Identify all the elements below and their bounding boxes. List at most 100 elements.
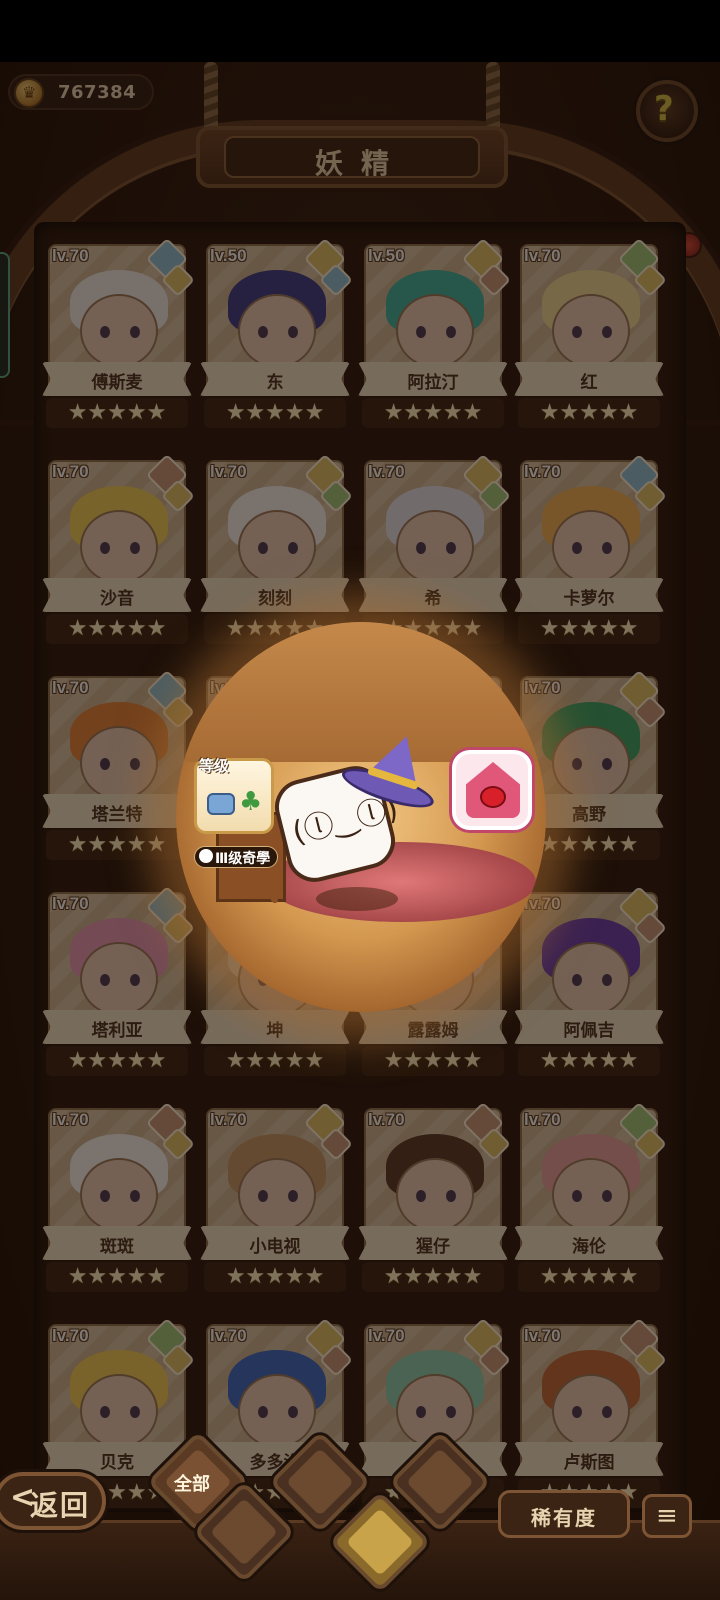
skill-bubble[interactable]: 等级 ♣ <box>194 757 274 834</box>
fairy-name-ribbon: 斑斑 <box>42 1226 192 1260</box>
fairy-card[interactable]: lv.70 沙音 ★★★★★ <box>42 453 195 652</box>
fairy-name: 露露姆 <box>407 1021 459 1041</box>
fairy-eye <box>258 1190 268 1202</box>
fairy-eye <box>288 542 298 554</box>
title-plaque: 妖精 <box>196 126 508 188</box>
title-plaque-inner: 妖精 <box>224 136 480 180</box>
fairy-eye <box>100 974 110 986</box>
fairy-name-ribbon: 阿拉汀 <box>358 362 508 396</box>
fairy-face <box>238 510 316 584</box>
star-icons: ★★★★★ <box>539 1264 639 1289</box>
star-icons: ★★★★★ <box>383 400 483 425</box>
coin-value: 767384 <box>58 82 137 103</box>
fairy-eye <box>572 1406 582 1418</box>
tomato-icon <box>480 786 506 808</box>
star-icons: ★★★★★ <box>383 1048 483 1073</box>
fairy-face <box>80 1158 158 1232</box>
fairy-eye <box>130 1190 140 1202</box>
star-icons: ★★★★★ <box>225 1048 325 1073</box>
fairy-name-ribbon: 沙音 <box>42 578 192 612</box>
fairy-level: lv.70 <box>368 462 405 481</box>
side-tab-left[interactable] <box>0 252 10 378</box>
fairy-name-ribbon: 卡萝尔 <box>514 578 664 612</box>
fairy-eye <box>100 542 110 554</box>
food-bubble[interactable] <box>452 750 532 830</box>
star-icons: ★★★★★ <box>67 1264 167 1289</box>
fairy-name-ribbon: 坤 <box>200 1010 350 1044</box>
coin-counter: 767384 <box>8 74 154 110</box>
fairy-card[interactable]: lv.70 塔利亚 ★★★★★ <box>42 885 195 1084</box>
fairy-face <box>552 294 630 368</box>
fairy-name: 卢斯图 <box>563 1453 615 1473</box>
fairy-card[interactable]: lv.70 小电视 ★★★★★ <box>200 1101 353 1300</box>
star-icons: ★★★★★ <box>539 400 639 425</box>
fairy-card[interactable]: lv.70 塔兰特 ★★★★★ <box>42 669 195 868</box>
fairy-eye <box>602 758 612 770</box>
fairy-name: 坤 <box>266 1021 284 1041</box>
fairy-face <box>552 1158 630 1232</box>
fairy-eye <box>602 1406 612 1418</box>
fairy-eye <box>100 1406 110 1418</box>
fairy-card[interactable]: lv.70 红 ★★★★★ <box>514 237 667 436</box>
fairy-face <box>396 510 474 584</box>
mascot-shadow <box>316 887 398 911</box>
game-screen: 767384 ? 妖精 lv.70傅斯麦★★★★★lv.50东★★★★★lv.5… <box>0 62 720 1600</box>
fairy-face <box>80 942 158 1016</box>
fairy-card[interactable]: lv.70 傅斯麦 ★★★★★ <box>42 237 195 436</box>
star-rating: ★★★★★ <box>362 1262 504 1292</box>
fairy-name-ribbon: 卢斯图 <box>514 1442 664 1476</box>
fairy-name: 卡萝尔 <box>563 589 615 609</box>
fairy-eye <box>258 326 268 338</box>
clover-icon: ♣ <box>239 787 263 817</box>
fairy-face <box>238 294 316 368</box>
fairy-card[interactable]: lv.50 东 ★★★★★ <box>200 237 353 436</box>
star-icons: ★★★★★ <box>67 1048 167 1073</box>
fairy-card[interactable]: lv.70 猩仔 ★★★★★ <box>358 1101 511 1300</box>
fairy-card[interactable]: lv.70卢斯图★★★★★ <box>514 1317 667 1516</box>
fairy-name: 海伦 <box>572 1237 606 1257</box>
back-label: 返回 <box>30 1489 91 1522</box>
fairy-name-ribbon: 红 <box>514 362 664 396</box>
fairy-eye <box>446 1406 456 1418</box>
star-icons: ★★★★★ <box>67 400 167 425</box>
skill-lock-text: Ⅲ级奇學 <box>215 851 271 867</box>
star-icons: ★★★★★ <box>539 1048 639 1073</box>
fairy-face <box>552 726 630 800</box>
fairy-name: 刻刻 <box>258 589 292 609</box>
fairy-name: 东 <box>266 373 284 393</box>
help-button[interactable]: ? <box>636 80 698 142</box>
fairy-level: lv.70 <box>210 1110 247 1129</box>
fairy-name-ribbon: 刻刻 <box>200 578 350 612</box>
fairy-eye <box>100 1190 110 1202</box>
lock-icon <box>199 849 213 863</box>
star-rating: ★★★★★ <box>46 830 188 860</box>
star-icons: ★★★★★ <box>383 1264 483 1289</box>
page-title: 妖精 <box>314 147 407 180</box>
star-rating: ★★★★★ <box>46 1046 188 1076</box>
sort-order-button[interactable]: ≡ <box>642 1494 692 1538</box>
coin-icon <box>14 78 44 108</box>
fairy-eye <box>572 758 582 770</box>
star-rating: ★★★★★ <box>204 398 346 428</box>
fairy-card[interactable]: lv.70 斑斑 ★★★★★ <box>42 1101 195 1300</box>
fairy-face <box>238 1158 316 1232</box>
star-rating: ★★★★★ <box>46 614 188 644</box>
fairy-name: 斑斑 <box>100 1237 134 1257</box>
back-button[interactable]: < 返回 <box>0 1472 106 1530</box>
fairy-level: lv.70 <box>52 1110 89 1129</box>
fairy-name-ribbon: 塔兰特 <box>42 794 192 828</box>
fairy-eye <box>100 758 110 770</box>
fairy-name: 阿拉汀 <box>407 373 459 393</box>
fairy-eye <box>288 1406 298 1418</box>
star-icons: ★★★★★ <box>67 832 167 857</box>
fairy-face <box>552 1374 630 1448</box>
fairy-level: lv.70 <box>524 1110 561 1129</box>
fairy-name: 塔利亚 <box>91 1021 143 1041</box>
rarity-sort-button[interactable]: 稀有度 <box>498 1490 630 1538</box>
fairy-card[interactable]: lv.70 海伦 ★★★★★ <box>514 1101 667 1300</box>
fairy-face <box>238 1374 316 1448</box>
fairy-card[interactable]: lv.70 阿佩吉 ★★★★★ <box>514 885 667 1084</box>
fairy-name: 猩仔 <box>416 1237 450 1257</box>
fairy-level: lv.50 <box>368 246 405 265</box>
fairy-card[interactable]: lv.50 阿拉汀 ★★★★★ <box>358 237 511 436</box>
